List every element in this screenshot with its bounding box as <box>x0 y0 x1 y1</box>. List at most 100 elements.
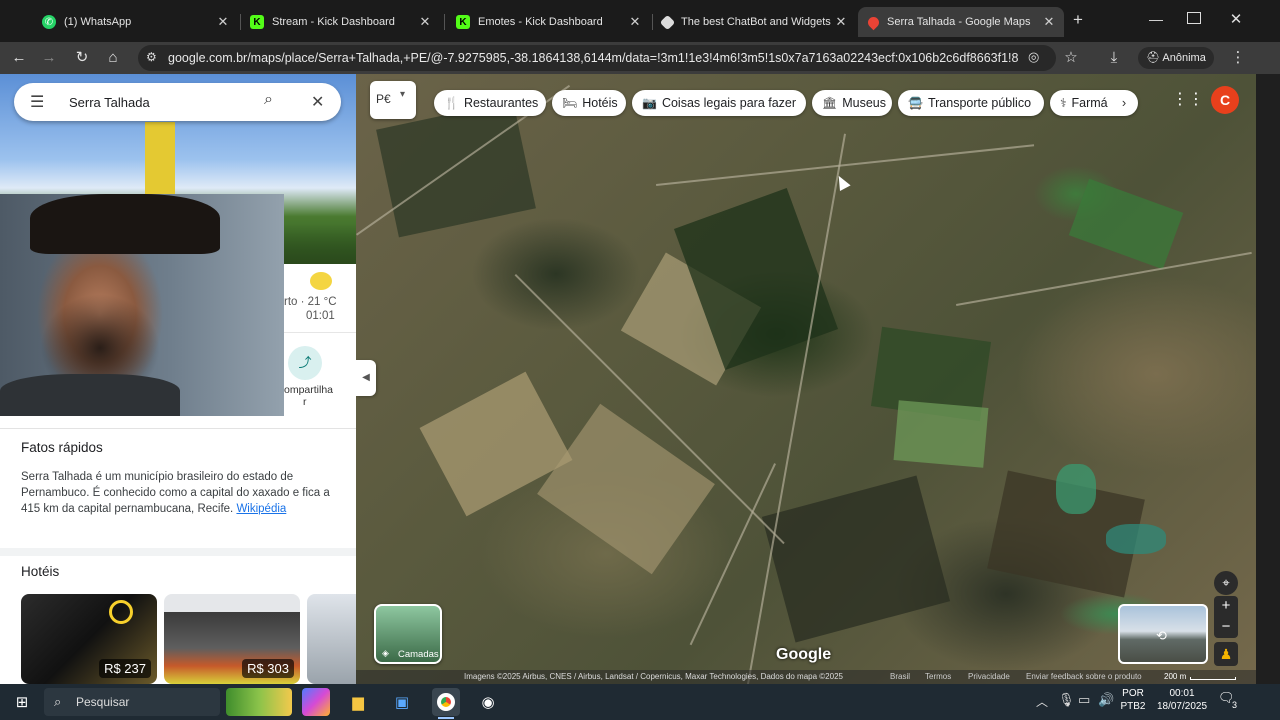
menu-hamburger-icon[interactable]: ☰ <box>30 92 44 112</box>
zoom-in-icon[interactable]: + <box>1214 596 1238 617</box>
close-tab-icon[interactable]: ✕ <box>416 14 434 30</box>
chrome-icon[interactable] <box>432 688 460 716</box>
footer-link-termos[interactable]: Termos <box>925 672 951 681</box>
volume-icon[interactable]: 🔊 <box>1098 692 1114 708</box>
network-icon[interactable]: ▭ <box>1078 692 1090 708</box>
webcam-overlay <box>0 194 284 416</box>
lang-top: POR <box>1122 688 1144 699</box>
close-window-icon[interactable]: ✕ <box>1226 10 1246 28</box>
satellite-map[interactable] <box>356 74 1256 684</box>
browser-toolbar: ← → ↻ ⌂ ⚙ google.com.br/maps/place/Serra… <box>0 42 1280 74</box>
chips-next-icon[interactable]: › <box>1114 93 1134 113</box>
clock[interactable]: 00:01 18/07/2025 <box>1152 687 1212 713</box>
bed-icon: 🛏 <box>562 96 578 110</box>
tab-chatbot[interactable]: The best ChatBot and Widgets ✕ <box>652 7 856 37</box>
rotate-360-icon: ⟲ <box>1156 628 1167 643</box>
chip-transporte[interactable]: 🚍 Transporte público <box>898 90 1044 116</box>
hotel-card[interactable]: R$ 303 <box>164 594 300 684</box>
url-text[interactable]: google.com.br/maps/place/Serra+Talhada,+… <box>168 51 1018 65</box>
search-icon[interactable]: ⌕ <box>264 91 273 109</box>
language-label: P€ <box>376 92 391 106</box>
bookmark-star-icon[interactable]: ☆ <box>1061 48 1081 68</box>
eye-off-icon[interactable]: ◎ <box>1028 49 1039 65</box>
layers-button[interactable]: ◈ Camadas <box>374 604 442 664</box>
home-icon[interactable]: ⌂ <box>103 48 123 68</box>
section-divider <box>0 548 356 556</box>
shirt-shape <box>0 374 180 416</box>
hotel-card[interactable]: R$ 237 <box>21 594 157 684</box>
input-language[interactable]: POR PTB2 <box>1118 687 1148 713</box>
account-avatar[interactable]: C <box>1211 86 1239 114</box>
chip-restaurantes[interactable]: 🍴 Restaurantes <box>434 90 546 116</box>
tab-google-maps[interactable]: Serra Talhada - Google Maps ✕ <box>858 7 1064 37</box>
taskbar-search-input[interactable]: Pesquisar <box>76 695 129 709</box>
beard-shape <box>40 294 160 384</box>
tab-kick-stream[interactable]: K Stream - Kick Dashboard ✕ <box>240 7 440 37</box>
hotel-card[interactable] <box>307 594 356 684</box>
share-label-line1: ompartilha <box>284 384 334 396</box>
chip-label: Hotéis <box>582 96 618 110</box>
microphone-icon[interactable]: 🎙 <box>1058 692 1075 708</box>
map-water <box>1106 524 1166 554</box>
taskbar-search[interactable]: ⌕ Pesquisar <box>44 688 220 716</box>
new-tab-button[interactable]: + <box>1068 10 1088 32</box>
chip-hoteis[interactable]: 🛏 Hotéis <box>552 90 626 116</box>
obs-icon[interactable]: ◉ <box>474 688 502 716</box>
tab-kick-emotes[interactable]: K Emotes - Kick Dashboard ✕ <box>446 7 650 37</box>
map-field <box>761 475 951 643</box>
zoom-out-icon[interactable]: − <box>1214 617 1238 638</box>
chip-coisas-legais[interactable]: 📷 Coisas legais para fazer <box>632 90 806 116</box>
close-tab-icon[interactable]: ✕ <box>626 14 644 30</box>
map-footer-bar: Imagens ©2025 Airbus, CNES / Airbus, Lan… <box>356 670 1256 684</box>
close-tab-icon[interactable]: ✕ <box>832 14 850 30</box>
tab-separator <box>444 14 445 30</box>
footer-link-feedback[interactable]: Enviar feedback sobre o produto <box>1026 672 1142 681</box>
bus-icon: 🚍 <box>908 96 923 110</box>
minimize-icon[interactable]: — <box>1146 11 1166 27</box>
share-label-line2: r <box>303 396 307 408</box>
share-icon[interactable]: ⤴ <box>288 346 322 380</box>
close-tab-icon[interactable]: ✕ <box>1040 14 1058 30</box>
close-tab-icon[interactable]: ✕ <box>214 14 232 30</box>
clock-time: 00:01 <box>1169 688 1195 699</box>
clear-search-icon[interactable]: ✕ <box>311 92 324 112</box>
restore-icon[interactable] <box>1187 12 1201 24</box>
street-view-preview[interactable]: ⟲ <box>1118 604 1208 664</box>
store-icon[interactable]: ▣ <box>388 688 416 716</box>
collapse-panel-button[interactable]: ◀ <box>356 360 376 396</box>
apps-grid-icon[interactable]: ⋮⋮ <box>1172 89 1204 111</box>
windows-start-icon[interactable]: ⊞ <box>8 688 36 716</box>
search-box[interactable]: ☰ Serra Talhada ⌕ ✕ <box>14 83 341 121</box>
map-field <box>1068 178 1184 270</box>
footer-link-brasil[interactable]: Brasil <box>890 672 910 681</box>
chip-label: Farmá <box>1071 96 1108 110</box>
chip-museus[interactable]: 🏛 Museus <box>812 90 892 116</box>
fork-knife-icon: 🍴 <box>444 96 459 110</box>
copilot-icon[interactable] <box>302 688 330 716</box>
game-widget-icon[interactable] <box>226 688 292 716</box>
tray-expand-icon[interactable]: ︿ <box>1036 693 1048 710</box>
back-icon[interactable]: ← <box>9 48 29 68</box>
layers-label: Camadas <box>398 649 439 660</box>
file-explorer-icon[interactable]: ▆ <box>344 688 372 716</box>
incognito-indicator[interactable]: ⛑ Anônima <box>1138 47 1214 69</box>
chip-label: Museus <box>842 96 887 110</box>
download-icon[interactable]: ⤓ <box>1104 48 1124 68</box>
scale-bar <box>1190 677 1236 680</box>
pegman-icon[interactable]: ♟ <box>1214 642 1238 666</box>
forward-icon[interactable]: → <box>39 48 59 68</box>
search-input[interactable]: Serra Talhada <box>69 95 150 110</box>
language-button[interactable]: P€ ▾ <box>370 81 416 119</box>
my-location-icon[interactable]: ⌖ <box>1214 571 1238 595</box>
address-bar[interactable]: ⚙ google.com.br/maps/place/Serra+Talhada… <box>138 45 1056 71</box>
camera-icon: 📷 <box>642 96 657 110</box>
footer-link-privacidade[interactable]: Privacidade <box>968 672 1010 681</box>
whatsapp-icon: ✆ <box>42 15 56 29</box>
wikipedia-link[interactable]: Wikipédia <box>236 503 286 515</box>
scale-label: 200 m <box>1164 672 1187 681</box>
chrome-logo <box>437 693 455 711</box>
tab-whatsapp[interactable]: ✆ (1) WhatsApp ✕ <box>32 7 238 37</box>
menu-kebab-icon[interactable]: ⋮ <box>1228 48 1248 68</box>
reload-icon[interactable]: ↻ <box>72 48 92 68</box>
site-info-icon[interactable]: ⚙ <box>146 50 157 64</box>
